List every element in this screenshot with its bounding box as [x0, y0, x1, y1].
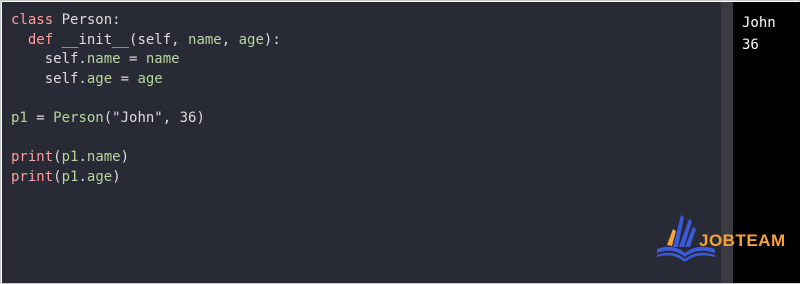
code-token: ,	[221, 31, 239, 48]
code-token: ("John", 36)	[103, 109, 205, 126]
code-token: age	[86, 168, 113, 185]
code-line: p1 = Person("John", 36)	[11, 109, 721, 129]
output-line: John	[742, 15, 776, 31]
code-line: def __init__(self, name, age):	[11, 31, 721, 51]
code-token: =	[120, 51, 146, 68]
jobteam-logo: JOBTEAM	[653, 209, 793, 265]
code-token: (	[53, 168, 62, 185]
code-token: class	[11, 12, 54, 28]
output-line: 36	[742, 37, 759, 53]
code-token: p1	[61, 149, 79, 166]
code-example-frame: class Person: def __init__(self, name, a…	[0, 0, 800, 284]
code-token: print	[11, 168, 54, 185]
code-line: self.name = name	[11, 50, 721, 70]
code-token: ):	[263, 31, 281, 48]
code-token: name	[86, 51, 121, 68]
code-token: self.	[11, 51, 87, 68]
code-token: age	[86, 70, 113, 87]
code-token: =	[112, 70, 138, 87]
code-line: print(p1.age)	[11, 168, 721, 188]
logo-text: JOBTEAM	[699, 231, 786, 250]
code-line: self.age = age	[11, 70, 721, 90]
code-token: print	[11, 149, 54, 166]
code-token: name	[188, 31, 222, 48]
code-token: age	[137, 70, 163, 87]
code-token: =	[27, 109, 54, 126]
code-token: self.	[11, 70, 87, 87]
code-editor[interactable]: class Person: def __init__(self, name, a…	[2, 2, 721, 283]
code-token: def	[11, 31, 54, 48]
code-line: class Person:	[11, 11, 721, 31]
code-token: (	[53, 149, 62, 166]
code-token: .	[78, 149, 87, 166]
code-token: name	[145, 51, 180, 68]
code-token: )	[120, 149, 130, 166]
code-line: print(p1.name)	[11, 148, 721, 168]
code-token: age	[238, 31, 264, 48]
code-token: __init__(self,	[53, 31, 189, 48]
code-token: .	[78, 168, 87, 185]
code-token: )	[112, 168, 121, 185]
code-token: Person	[53, 109, 104, 126]
code-token: Person:	[53, 12, 121, 28]
code-token: p1	[61, 168, 79, 185]
code-token: name	[86, 149, 121, 166]
code-token: p1	[11, 109, 28, 126]
